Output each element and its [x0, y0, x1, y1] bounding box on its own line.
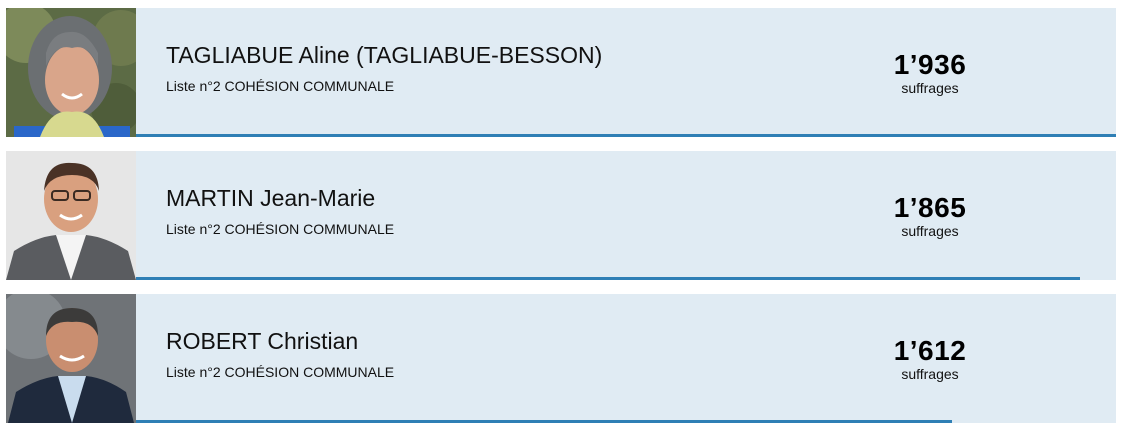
- candidate-list: Liste n°2 COHÉSION COMMUNALE: [166, 78, 395, 94]
- candidate-name: ROBERT Christian: [166, 328, 359, 354]
- candidate-name: MARTIN Jean-Marie: [166, 185, 376, 211]
- vote-bar: [136, 420, 952, 423]
- vote-count: 1’865 suffrages: [866, 192, 994, 240]
- candidate-row: ROBERT Christian Liste n°2 COHÉSION COMM…: [6, 294, 1116, 423]
- vote-count: 1’612 suffrages: [866, 335, 994, 383]
- results-list: TAGLIABUE Aline (TAGLIABUE-BESSON) Liste…: [0, 0, 1124, 430]
- vote-unit: suffrages: [901, 366, 959, 382]
- candidate-name: TAGLIABUE Aline (TAGLIABUE-BESSON): [166, 42, 603, 68]
- vote-number: 1’936: [893, 49, 967, 80]
- candidate-photo: [6, 151, 136, 280]
- vote-count: 1’936 suffrages: [866, 49, 994, 97]
- candidate-list: Liste n°2 COHÉSION COMMUNALE: [166, 364, 395, 380]
- candidate-photo: [6, 294, 136, 423]
- candidate-list: Liste n°2 COHÉSION COMMUNALE: [166, 221, 395, 237]
- vote-unit: suffrages: [901, 80, 959, 96]
- candidate-photo: [6, 8, 136, 137]
- vote-bar: [136, 134, 1116, 137]
- vote-number: 1’865: [893, 192, 967, 223]
- candidate-row: MARTIN Jean-Marie Liste n°2 COHÉSION COM…: [6, 151, 1116, 280]
- vote-bar: [136, 277, 1080, 280]
- candidate-row: TAGLIABUE Aline (TAGLIABUE-BESSON) Liste…: [6, 8, 1116, 137]
- vote-number: 1’612: [893, 335, 967, 366]
- vote-unit: suffrages: [901, 223, 959, 239]
